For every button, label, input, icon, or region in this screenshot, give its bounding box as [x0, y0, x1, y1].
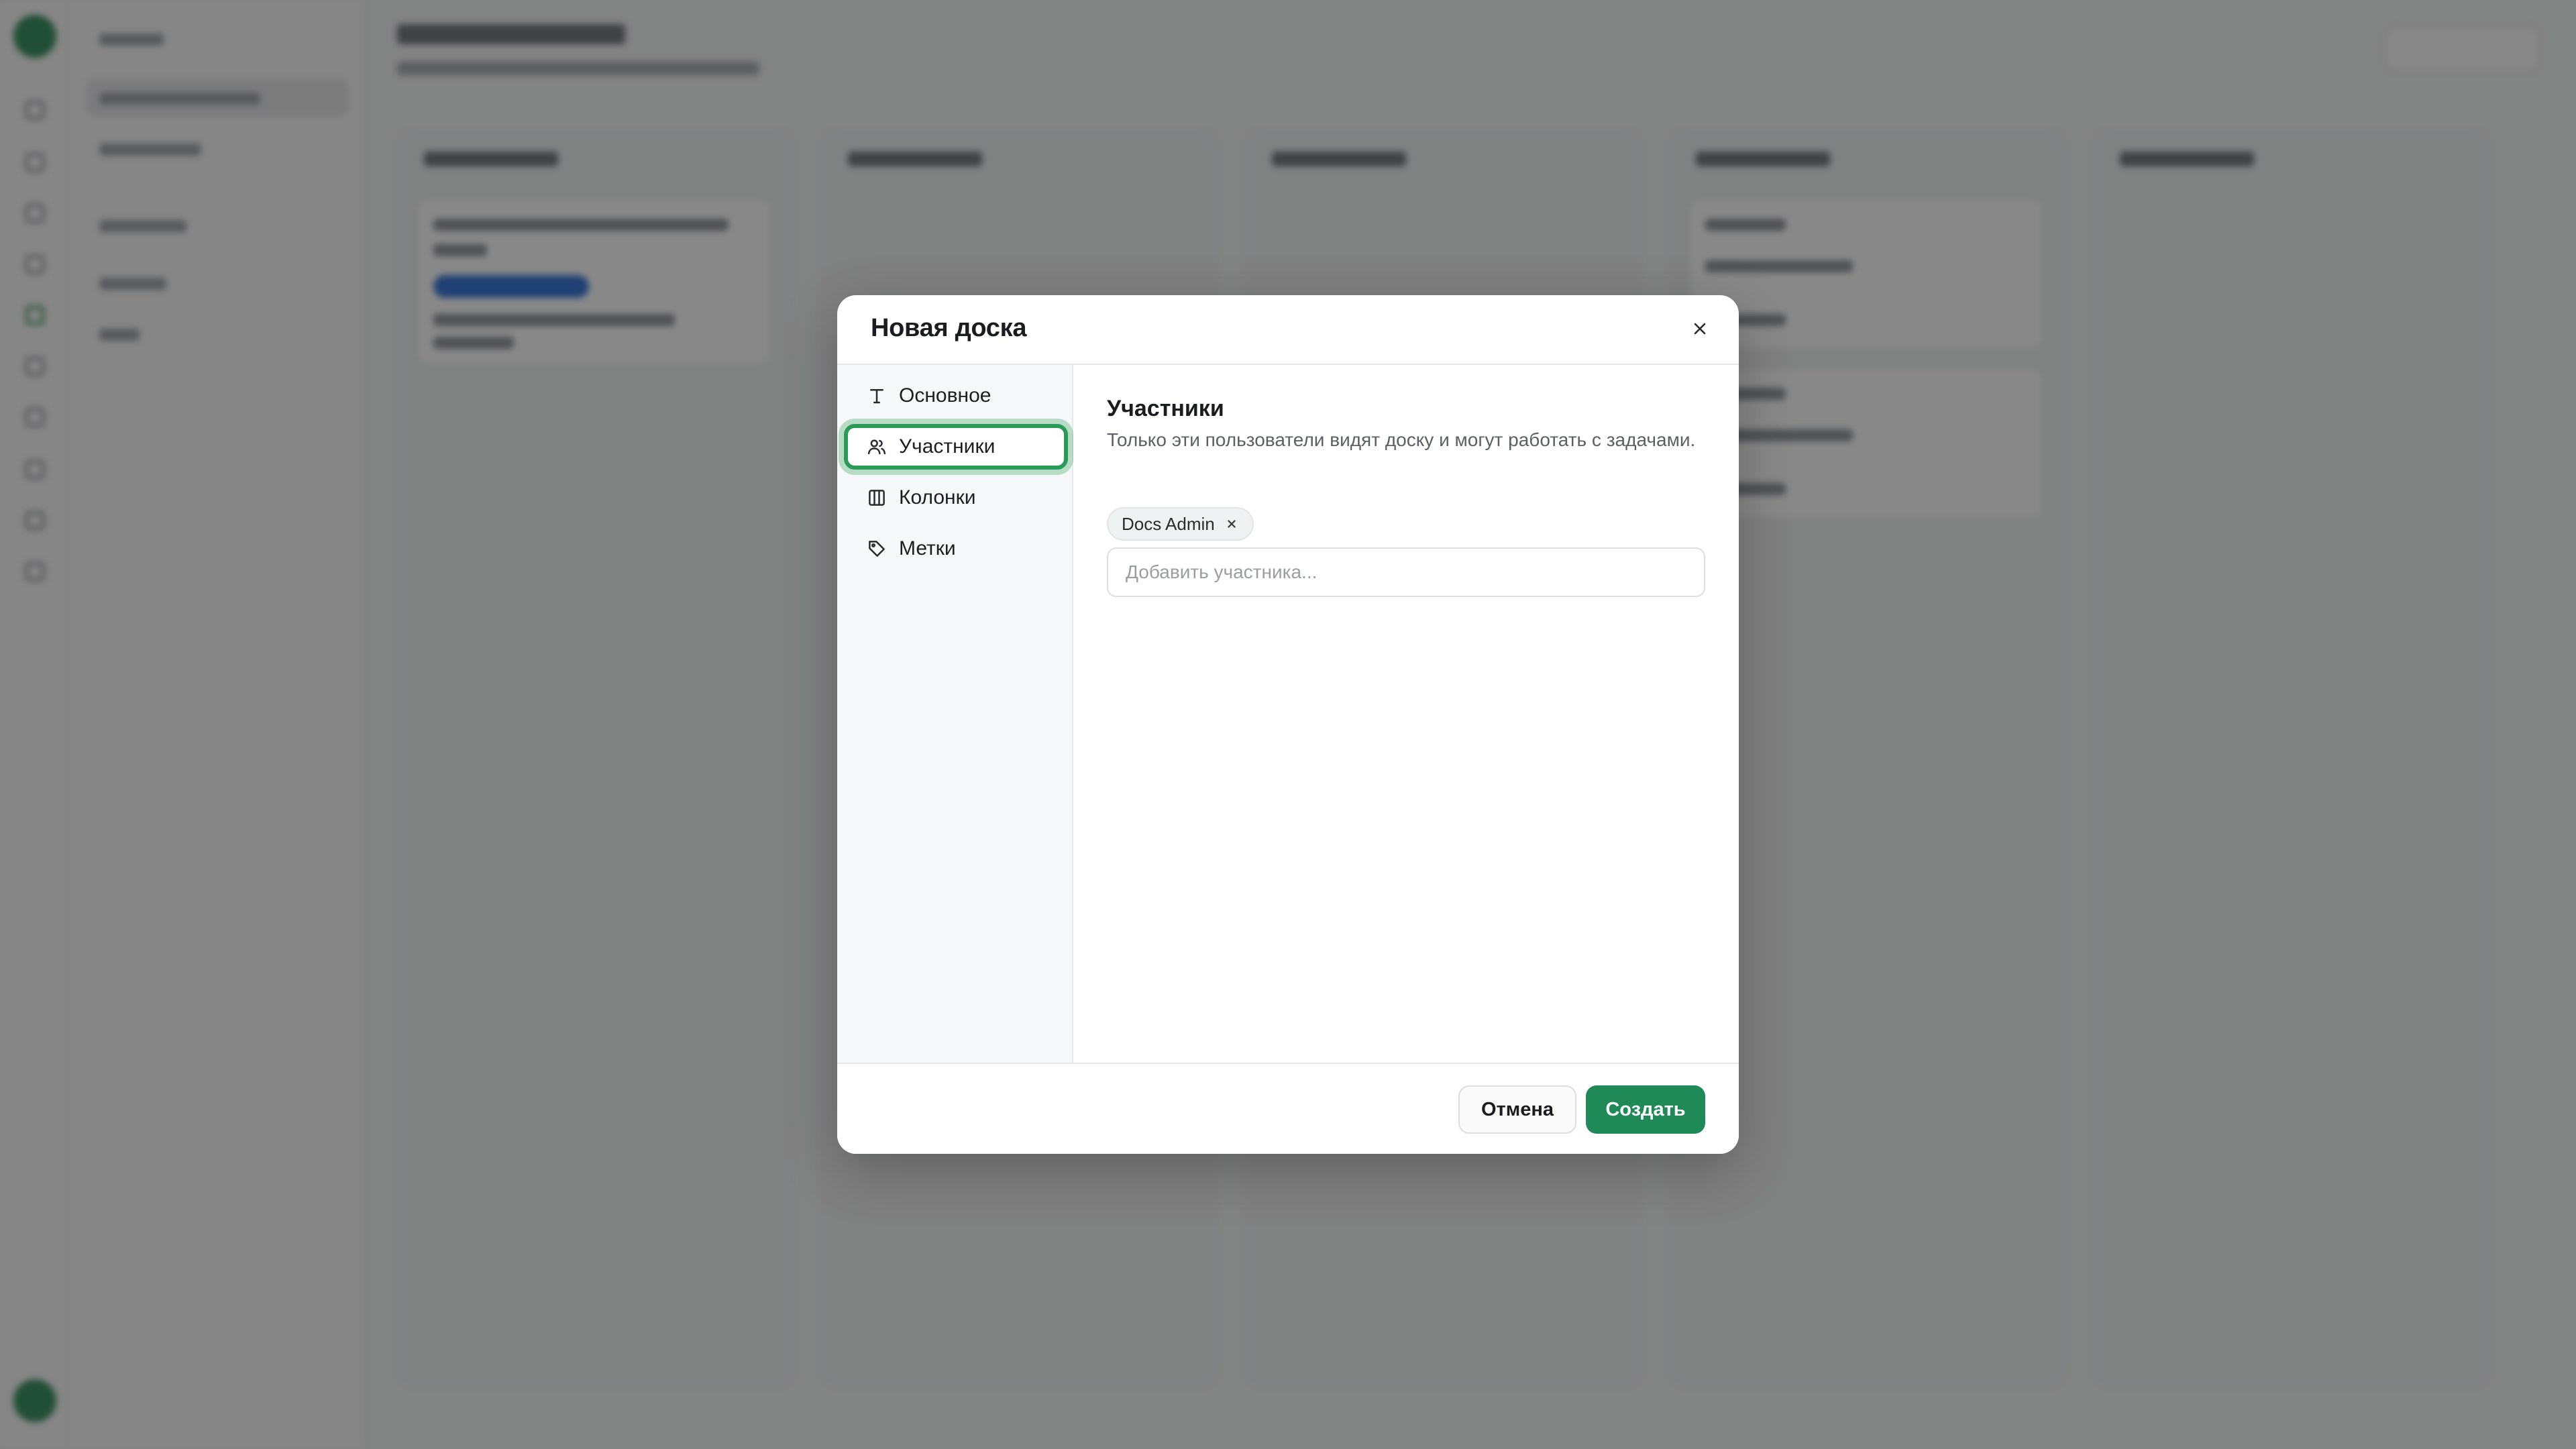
tag-icon	[867, 539, 887, 559]
member-name: Docs Admin	[1122, 513, 1215, 534]
nav-item-columns[interactable]: Колонки	[844, 475, 1068, 521]
remove-member-button[interactable]	[1224, 517, 1239, 531]
close-icon	[1228, 520, 1236, 528]
section-description: Только эти пользователи видят доску и мо…	[1107, 429, 1696, 450]
text-icon	[867, 386, 887, 406]
dialog-header: Новая доска	[837, 295, 1739, 365]
nav-item-label: Основное	[899, 384, 991, 407]
nav-item-members[interactable]: Участники	[844, 424, 1068, 470]
close-icon	[1690, 319, 1709, 341]
member-chip: Docs Admin	[1107, 507, 1254, 541]
create-button[interactable]: Создать	[1586, 1085, 1705, 1134]
cancel-button[interactable]: Отмена	[1458, 1085, 1576, 1134]
dialog-title: Новая доска	[871, 314, 1027, 342]
dialog-content: Участники Только эти пользователи видят …	[1073, 365, 1739, 1063]
nav-item-label: Участники	[899, 435, 996, 458]
dialog-nav: Основное Участники Колонки Метки	[837, 365, 1073, 1063]
add-member-input[interactable]	[1107, 547, 1705, 597]
columns-icon	[867, 488, 887, 508]
nav-item-basic[interactable]: Основное	[844, 373, 1068, 419]
users-icon	[867, 437, 887, 457]
nav-item-label: Метки	[899, 537, 956, 559]
nav-item-tags[interactable]: Метки	[844, 526, 1068, 572]
nav-item-label: Колонки	[899, 486, 976, 508]
section-title: Участники	[1107, 396, 1224, 421]
dialog-footer: Отмена Создать	[837, 1063, 1739, 1154]
close-button[interactable]	[1684, 314, 1716, 346]
new-board-dialog: Новая доска Основное Участники Колонки М…	[837, 295, 1739, 1154]
